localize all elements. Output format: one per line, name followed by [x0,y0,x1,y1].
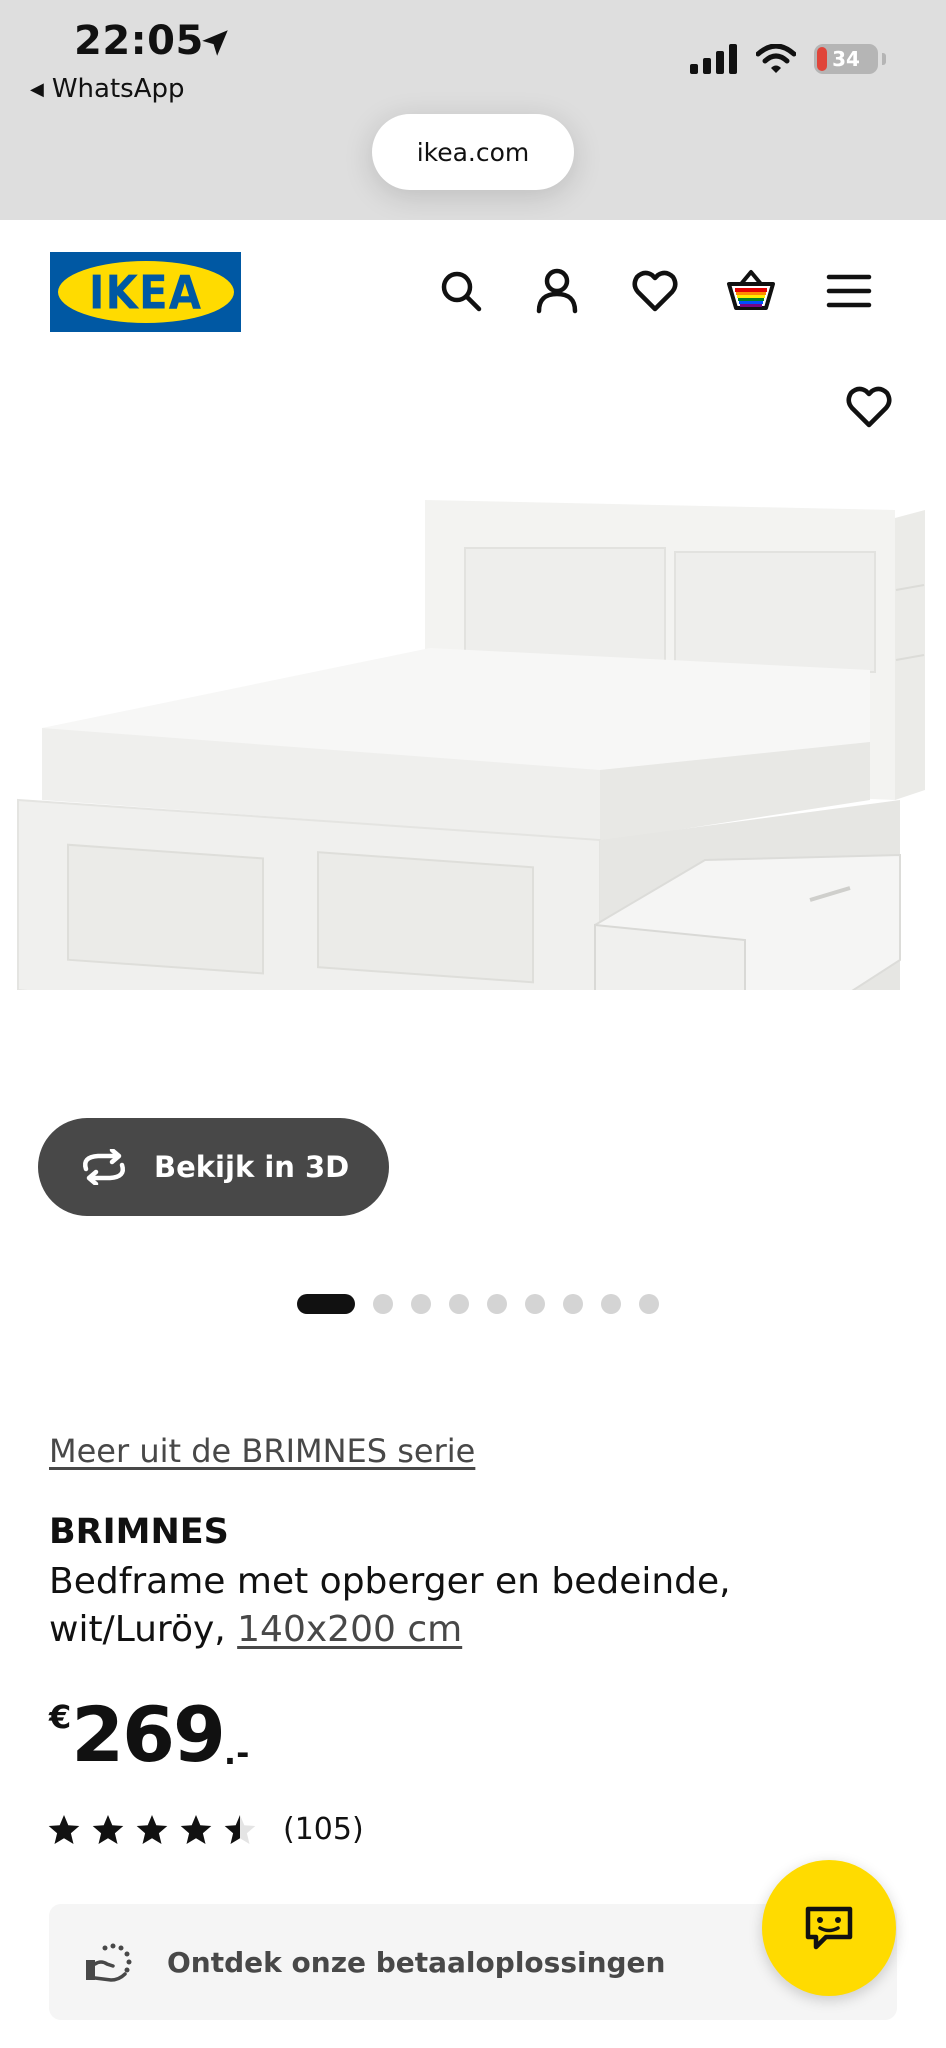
gallery-dot[interactable] [373,1294,393,1314]
heart-icon[interactable] [630,266,680,316]
price-suffix: .- [223,1734,250,1772]
url-bar[interactable]: ikea.com [372,114,574,190]
payment-hand-icon [86,1943,132,1982]
series-link[interactable]: Meer uit de BRIMNES serie [49,1432,475,1470]
back-to-app-link[interactable]: ◀ WhatsApp [30,74,185,104]
gallery-dot[interactable] [487,1294,507,1314]
url-text: ikea.com [416,137,530,167]
size-link[interactable]: 140x200 cm [237,1609,462,1650]
chat-icon [805,1906,853,1950]
star-full-icon [136,1814,168,1844]
location-arrow-icon [202,30,228,56]
battery-level: 34 [832,47,860,71]
status-time: 22:05 [74,18,204,64]
payment-options-label: Ontdek onze betaaloplossingen [167,1945,666,1979]
status-icons: 34 [690,44,886,74]
browser-chrome: 22:05 ◀ WhatsApp 34 ikea.com [0,0,946,220]
account-icon[interactable] [532,266,582,316]
wifi-icon [756,44,796,73]
ikea-logo[interactable]: IKEA [50,252,241,332]
logo-text: IKEA [88,265,203,319]
signal-icon [690,44,737,74]
star-full-icon [180,1814,212,1844]
gallery-dot[interactable] [411,1294,431,1314]
rotate-3d-icon [83,1149,125,1185]
gallery-dot[interactable] [297,1294,355,1314]
review-count: (105) [283,1812,364,1847]
product-name: BRIMNES [49,1512,229,1552]
star-full-icon [48,1814,80,1844]
logo-oval: IKEA [57,261,234,323]
battery-icon: 34 [814,44,878,74]
chat-button[interactable] [762,1860,896,1996]
product-image-bed[interactable] [0,470,946,990]
search-icon[interactable] [436,266,486,316]
view-3d-button[interactable]: Bekijk in 3D [38,1118,389,1216]
battery-tip [882,53,886,65]
menu-icon[interactable] [824,266,874,316]
product-price: € 269 .- [49,1690,249,1780]
gallery-pagination [0,1294,946,1314]
product-rating[interactable]: (105) [47,1812,364,1847]
back-triangle-icon: ◀ [30,78,44,100]
back-app-label: WhatsApp [51,74,185,104]
product-description: Bedframe met opberger en bedeinde, wit/L… [49,1558,809,1654]
site-header: IKEA [0,220,946,360]
star-full-icon [92,1814,124,1844]
favorite-heart-icon[interactable] [844,382,894,432]
gallery-dot[interactable] [563,1294,583,1314]
rating-stars [47,1813,257,1847]
gallery-dot[interactable] [601,1294,621,1314]
view-3d-label: Bekijk in 3D [154,1150,350,1184]
star-half-icon [224,1814,256,1844]
gallery-dot[interactable] [639,1294,659,1314]
product-gallery[interactable] [0,360,946,1120]
gallery-dot[interactable] [525,1294,545,1314]
basket-icon[interactable] [726,266,776,316]
gallery-dot[interactable] [449,1294,469,1314]
price-currency: € [49,1698,72,1736]
price-amount: 269 [71,1690,226,1779]
